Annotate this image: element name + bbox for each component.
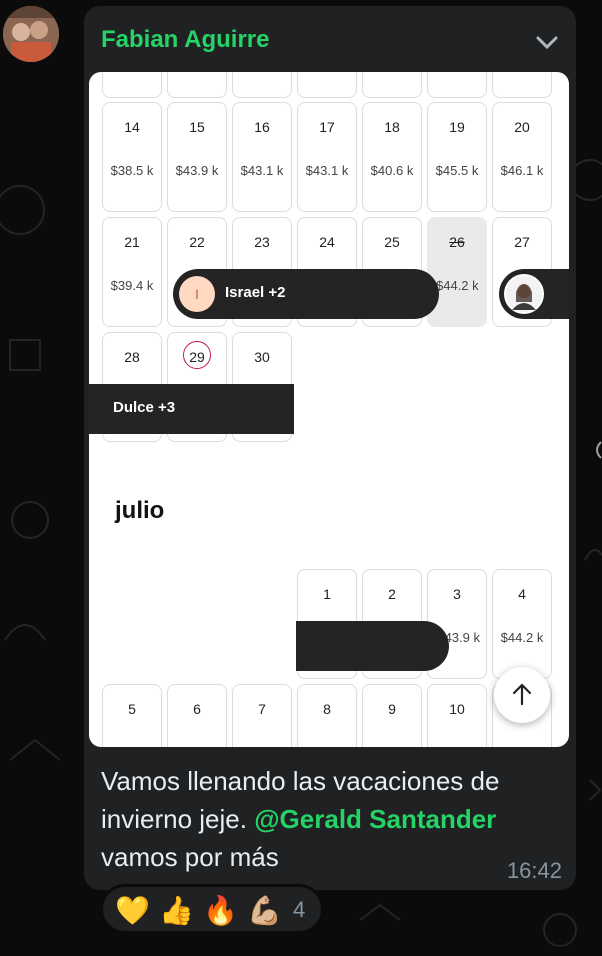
day-price: $40.6 k	[370, 163, 414, 178]
calendar-day-cell: 9	[362, 684, 422, 747]
day-number: 6	[193, 701, 201, 717]
edge-marker-icon	[596, 441, 602, 459]
shared-screenshot-image[interactable]: 14 $38.5 k 15 $43.9 k 16 $43.1 k 17 $43.…	[89, 72, 569, 747]
pill-label: Dulce +3	[113, 399, 176, 416]
day-number: 1	[323, 586, 331, 602]
day-number: 3	[453, 586, 461, 602]
day-number: 19	[449, 119, 465, 135]
calendar-day-cell: 7	[232, 684, 292, 747]
day-number: 27	[514, 234, 530, 250]
month-label: julio	[115, 497, 165, 524]
day-number: 28	[124, 349, 140, 365]
day-number: 17	[319, 119, 335, 135]
calendar-day-cell: 6	[167, 684, 227, 747]
day-price: $43.1 k	[240, 163, 284, 178]
day-number: 15	[189, 119, 205, 135]
day-number: 26	[449, 234, 465, 250]
day-price: $38.5 k	[110, 163, 154, 178]
day-number: 18	[384, 119, 400, 135]
pill-label: Israel +2	[225, 284, 286, 301]
collaborator-pill-dulce: Dulce +3	[89, 384, 294, 434]
chevron-down-icon[interactable]	[534, 32, 560, 52]
day-price: $43.9 k	[175, 163, 219, 178]
day-number: 9	[388, 701, 396, 717]
reaction-fire: 🔥	[203, 895, 238, 926]
day-number: 22	[189, 234, 205, 250]
day-price: $39.4 k	[110, 278, 154, 293]
reaction-count: 4	[293, 897, 306, 922]
calendar-day-cell: 19 $45.5 k	[427, 102, 487, 212]
calendar-day-cell: 5	[102, 684, 162, 747]
day-number: 4	[518, 586, 526, 602]
day-number: 21	[124, 234, 140, 250]
scroll-up-button[interactable]	[494, 667, 550, 723]
calendar-day-cell: 4 $44.2 k	[492, 569, 552, 679]
avatar-initial-letter: I	[195, 286, 199, 302]
day-number: 24	[319, 234, 335, 250]
day-number: 23	[254, 234, 270, 250]
day-number: 2	[388, 586, 396, 602]
day-price: $45.5 k	[435, 163, 479, 178]
day-number: 10	[449, 701, 465, 717]
calendar-day-cell: 15 $43.9 k	[167, 102, 227, 212]
message-text: Vamos llenando las vacaciones de inviern…	[101, 762, 561, 876]
sender-avatar[interactable]	[3, 6, 59, 62]
arrow-up-icon	[512, 683, 532, 706]
day-number: 16	[254, 119, 270, 135]
day-price: $44.2 k	[500, 630, 544, 645]
day-number: 25	[384, 234, 400, 250]
calendar-day-cell: 18 $40.6 k	[362, 102, 422, 212]
avatar	[504, 274, 544, 314]
calendar-cell-partial	[362, 72, 422, 98]
calendar-cell-partial	[167, 72, 227, 98]
avatar-initial: I	[179, 276, 215, 312]
calendar-cell-partial	[492, 72, 552, 98]
day-price: 43.9 k	[444, 630, 480, 645]
calendar-day-cell: 8	[297, 684, 357, 747]
day-number: 20	[514, 119, 530, 135]
message-bubble[interactable]: Fabian Aguirre 14 $38.5 k 15 $43.9 k 16 …	[84, 6, 576, 890]
calendar-day-cell: 17 $43.1 k	[297, 102, 357, 212]
day-number: 7	[258, 701, 266, 717]
calendar-cell-partial	[102, 72, 162, 98]
mention-link[interactable]: @Gerald Santander	[254, 804, 496, 834]
calendar-day-cell: 21 $39.4 k	[102, 217, 162, 327]
reactions-bar[interactable]: 💛 👍 🔥 💪🏼 4	[100, 884, 324, 934]
calendar-day-cell: 16 $43.1 k	[232, 102, 292, 212]
calendar-cell-partial	[232, 72, 292, 98]
day-number: 14	[124, 119, 140, 135]
collaborator-pill-avatar	[499, 269, 569, 319]
reaction-heart: 💛	[115, 895, 150, 926]
day-number: 30	[254, 349, 270, 365]
day-number: 8	[323, 701, 331, 717]
message-time: 16:42	[506, 858, 562, 883]
message-text-part2: vamos por más	[101, 842, 279, 872]
collaborator-pill-redacted	[296, 621, 449, 671]
day-number: 29	[189, 349, 205, 365]
sender-name[interactable]: Fabian Aguirre	[101, 26, 269, 54]
day-price: $44.2 k	[436, 278, 479, 293]
reaction-flexed-biceps: 💪🏼	[247, 895, 282, 926]
calendar-day-cell: 14 $38.5 k	[102, 102, 162, 212]
calendar-day-cell-unavailable: 26 $44.2 k	[427, 217, 487, 327]
calendar-cell-partial	[427, 72, 487, 98]
calendar-day-cell: 20 $46.1 k	[492, 102, 552, 212]
calendar-cell-partial	[297, 72, 357, 98]
day-price: $43.1 k	[305, 163, 349, 178]
reaction-thumbs-up: 👍	[159, 895, 194, 926]
collaborator-pill-israel: I Israel +2	[173, 269, 439, 319]
day-number: 5	[128, 701, 136, 717]
day-price: $46.1 k	[500, 163, 544, 178]
calendar-day-cell: 10	[427, 684, 487, 747]
